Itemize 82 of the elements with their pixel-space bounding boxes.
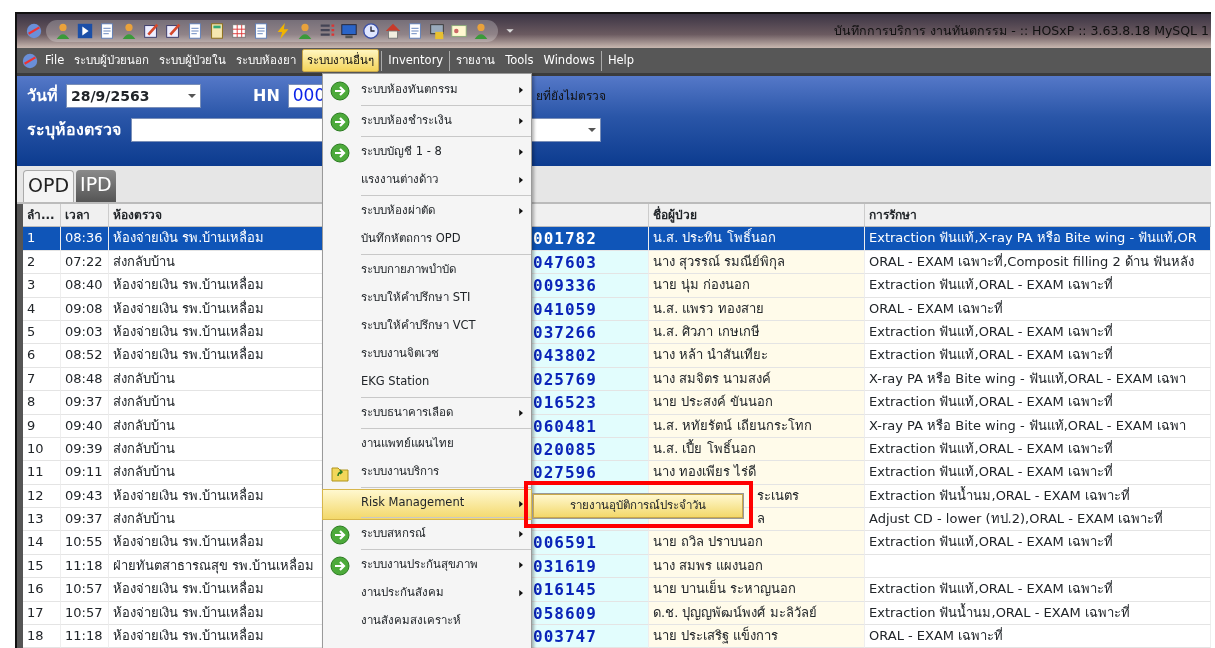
table-cell: นาง สุวรรณ์ รมณีย์พิกุล bbox=[649, 250, 865, 275]
note-text: ยที่ยังไม่ตรวจ bbox=[535, 87, 606, 105]
table-cell: 7 bbox=[23, 367, 61, 392]
table-cell: 043802 bbox=[529, 344, 649, 368]
table-cell: นาย ถวิล ปราบนอก bbox=[649, 531, 865, 555]
table-cell: 10 bbox=[23, 437, 61, 462]
hn-label: HN bbox=[253, 85, 280, 107]
table-cell: 11:18 bbox=[61, 625, 109, 648]
table-cell: ORAL - EXAM เฉพาะที่,Composit filling 2 ด้าน ฟันหลัง bbox=[865, 250, 1211, 275]
table-cell: ORAL - EXAM เฉพาะที่ bbox=[865, 297, 1211, 321]
table-cell: 009336 bbox=[529, 274, 649, 298]
table-cell: 09:40 bbox=[61, 414, 109, 438]
table-cell: นาง สมจิตร นามสงค์ bbox=[649, 367, 865, 392]
table-cell: 5 bbox=[23, 320, 61, 345]
table-cell: X-ray PA หรือ Bite wing - ฟันแท้,ORAL - EXAM เฉพา bbox=[865, 367, 1211, 392]
table-cell: 15 bbox=[23, 554, 61, 579]
table-cell: Extraction ฟันแท้,ORAL - EXAM เฉพาะที่ bbox=[865, 391, 1211, 415]
table-cell: 11:18 bbox=[61, 554, 109, 579]
table-cell: Extraction ฟันแท้,ORAL - EXAM เฉพาะที่ bbox=[865, 320, 1211, 345]
table-cell: 09:39 bbox=[61, 437, 109, 462]
table-cell: Extraction ฟันน้ำนม,ORAL - EXAM เฉพาะที่ bbox=[865, 484, 1211, 509]
date-label: วันที่ bbox=[27, 84, 58, 107]
table-cell: Extraction ฟันแท้,ORAL - EXAM เฉพาะที่ bbox=[865, 578, 1211, 602]
table-cell: ด.ช. ปุญญพัฒน์พงศ์ มะลิวัลย์ bbox=[649, 601, 865, 626]
window-title: บันทึกการบริการ งานทันตกรรม - :: HOSxP :: 3.63.8.18 MySQL 1 bbox=[834, 21, 1210, 40]
table-cell: 10:57 bbox=[61, 601, 109, 626]
table-cell: Extraction ฟันแท้,ORAL - EXAM เฉพาะที่ bbox=[865, 437, 1211, 462]
table-cell: 17 bbox=[23, 601, 61, 626]
table-cell: 003747 bbox=[529, 625, 649, 648]
table-cell: Adjust CD - lower (ทป.2),ORAL - EXAM เฉพาะที่ bbox=[865, 508, 1211, 532]
table-cell: 12 bbox=[23, 484, 61, 509]
table-cell: 6 bbox=[23, 344, 61, 368]
table-cell: X-ray PA หรือ Bite wing - ฟันแท้,ORAL - EXAM เฉพา bbox=[865, 414, 1211, 438]
table-cell: 09:37 bbox=[61, 508, 109, 532]
table-cell: นาง ทองเพียร ไร่ดี bbox=[649, 461, 865, 485]
table-cell: 2 bbox=[23, 250, 61, 275]
table-cell: น.ส. ประทิน โพธิ์นอก bbox=[649, 227, 865, 251]
table-cell: 13 bbox=[23, 508, 61, 532]
table-cell: 08:52 bbox=[61, 344, 109, 368]
table-cell: นาย ประเสริฐ แข็งการ bbox=[649, 625, 865, 648]
table-cell: 09:03 bbox=[61, 320, 109, 345]
table-cell: 09:08 bbox=[61, 297, 109, 321]
table-cell: 09:43 bbox=[61, 484, 109, 509]
table-cell: 9 bbox=[23, 414, 61, 438]
table-cell: นาย นุ่ม ก่องนอก bbox=[649, 274, 865, 298]
room-label: ระบุห้องตรวจ bbox=[27, 119, 121, 142]
table-cell: 006591 bbox=[529, 531, 649, 555]
table-cell: ORAL - EXAM เฉพาะที่ bbox=[865, 625, 1211, 648]
table-cell: Extraction ฟันแท้,ORAL - EXAM เฉพาะที่ bbox=[865, 461, 1211, 485]
table-cell: 016523 bbox=[529, 391, 649, 415]
table-cell: 016145 bbox=[529, 578, 649, 602]
table-cell: Extraction ฟันแท้,ORAL - EXAM เฉพาะที่ bbox=[865, 344, 1211, 368]
table-cell: นาง สมพร แผงนอก bbox=[649, 554, 865, 579]
table-cell: น.ส. หทัยรัตน์ เถียนกระโทก bbox=[649, 414, 865, 438]
table-cell: 16 bbox=[23, 578, 61, 602]
table-cell: 08:40 bbox=[61, 274, 109, 298]
table-cell: 08:36 bbox=[61, 227, 109, 251]
table-cell: Extraction ฟันแท้,ORAL - EXAM เฉพาะที่ bbox=[865, 274, 1211, 298]
table-cell: 10:57 bbox=[61, 578, 109, 602]
table-cell: 10:55 bbox=[61, 531, 109, 555]
table-cell: นาย บานเย็น ระหาญนอก bbox=[649, 578, 865, 602]
table-cell: 14 bbox=[23, 531, 61, 555]
table-cell: 3 bbox=[23, 274, 61, 298]
table-cell: 18 bbox=[23, 625, 61, 648]
table-cell: 09:37 bbox=[61, 391, 109, 415]
table-cell: น.ส. เปี้ย โพธิ์นอก bbox=[649, 437, 865, 462]
table-cell: 1 bbox=[23, 227, 61, 251]
table-cell: ห้องจ่ายเงิน รพ.บ้านเหลื่อม bbox=[109, 227, 323, 251]
table-cell: 8 bbox=[23, 391, 61, 415]
table-cell: นาง หล้า นำสันเทียะ bbox=[649, 344, 865, 368]
table-cell: Extraction ฟันแท้,ORAL - EXAM เฉพาะที่ bbox=[865, 531, 1211, 555]
table-cell: 09:11 bbox=[61, 461, 109, 485]
table-cell: น.ส. แพรว ทองสาย bbox=[649, 297, 865, 321]
table-cell: 08:48 bbox=[61, 367, 109, 392]
table-cell: นาย ประสงค์ ขันนอก bbox=[649, 391, 865, 415]
table-cell: 001782 bbox=[529, 227, 649, 251]
table-cell: 11 bbox=[23, 461, 61, 485]
table-cell: 07:22 bbox=[61, 250, 109, 275]
table-cell: 4 bbox=[23, 297, 61, 321]
table-cell: Extraction ฟันน้ำนม,ORAL - EXAM เฉพาะที่ bbox=[865, 601, 1211, 626]
table-cell: น.ส. ศิวภา เกษเกษี bbox=[649, 320, 865, 345]
table-cell: Extraction ฟันแท้,X-ray PA หรือ Bite wing - ฟันแท้,OR bbox=[865, 227, 1211, 251]
